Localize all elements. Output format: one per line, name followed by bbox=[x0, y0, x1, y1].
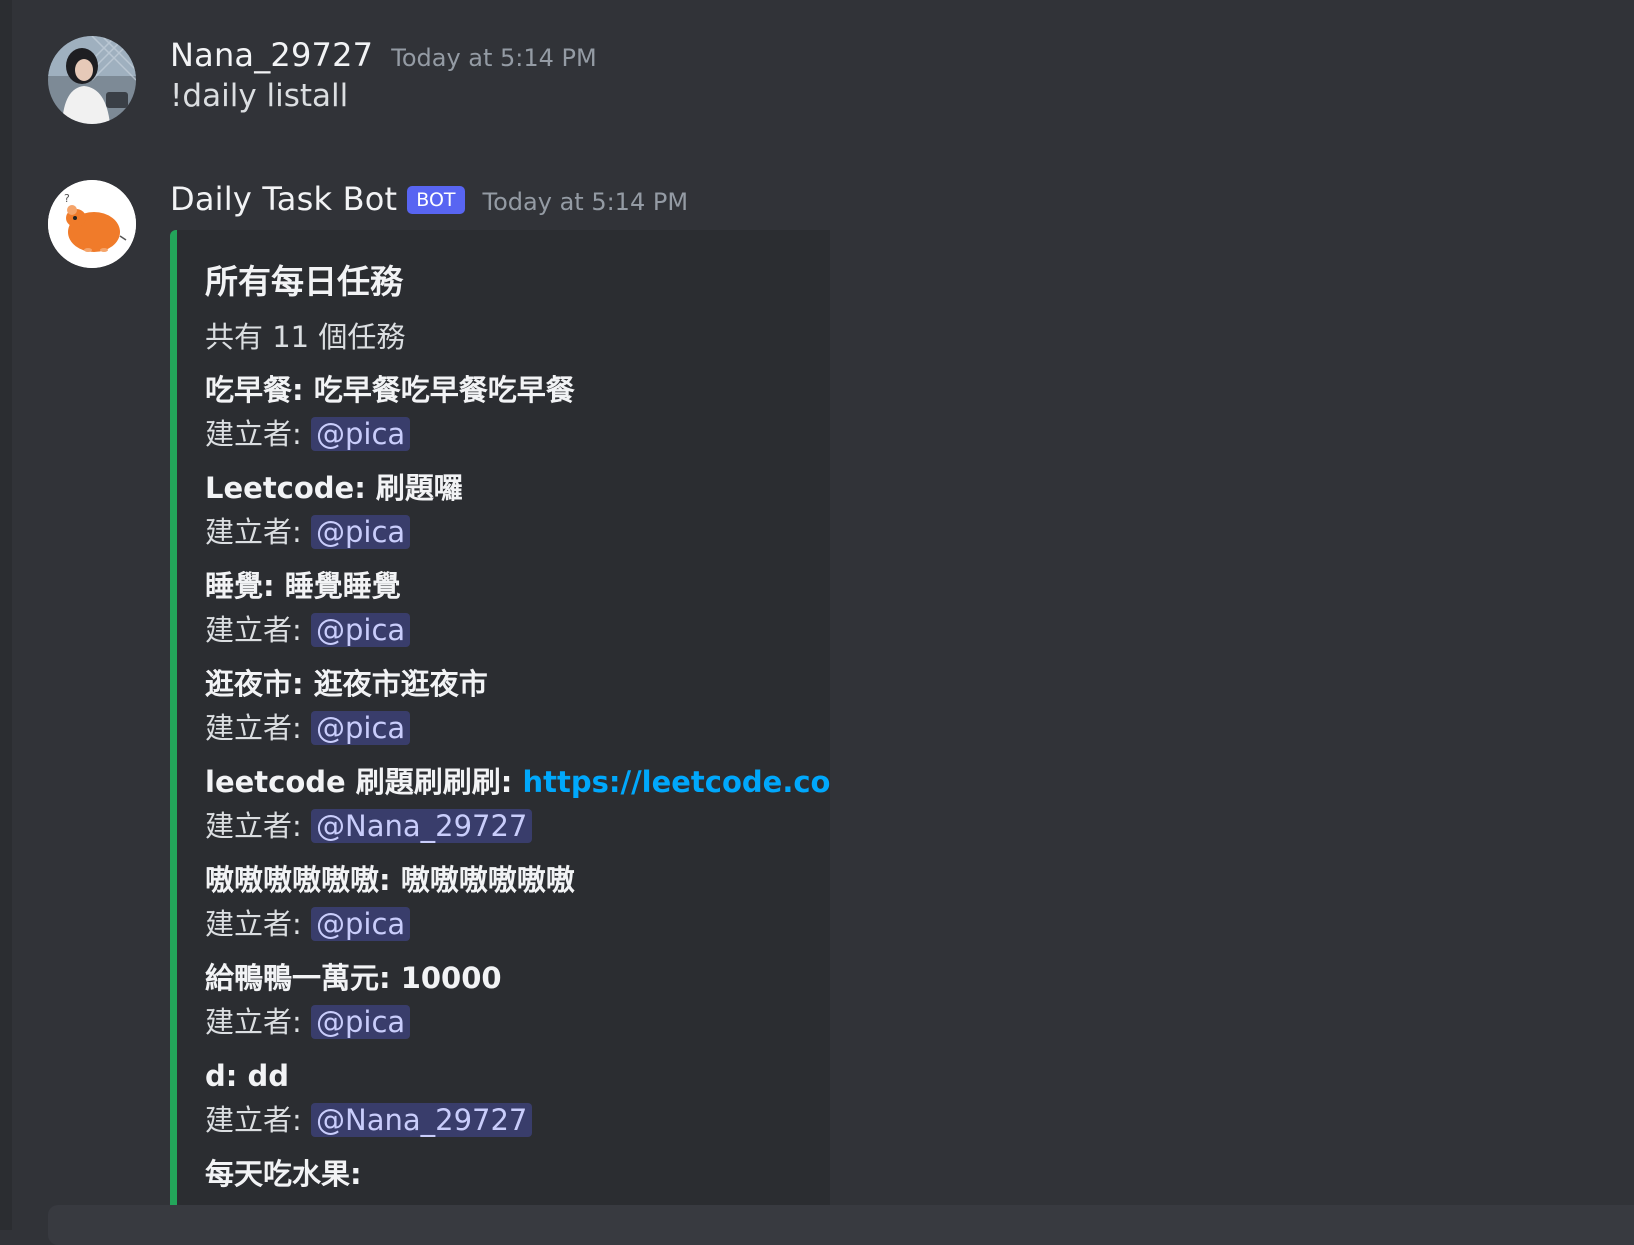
task-field: 嗷嗷嗷嗷嗷嗷: 嗷嗷嗷嗷嗷嗷 建立者: @pica bbox=[205, 858, 802, 946]
task-field: 睡覺: 睡覺睡覺 建立者: @pica bbox=[205, 564, 802, 652]
timestamp[interactable]: Today at 5:14 PM bbox=[483, 188, 689, 216]
task-field: 吃早餐: 吃早餐吃早餐吃早餐 建立者: @pica bbox=[205, 368, 802, 456]
message-header: Daily Task Bot BOT Today at 5:14 PM bbox=[170, 180, 688, 218]
creator-mention[interactable]: @pica bbox=[311, 417, 411, 451]
embed-title: 所有每日任務 bbox=[205, 262, 403, 301]
bot-username[interactable]: Daily Task Bot bbox=[170, 180, 397, 218]
creator-mention[interactable]: @pica bbox=[311, 613, 411, 647]
message-bot: Daily Task Bot BOT Today at 5:14 PM bbox=[170, 180, 688, 218]
svg-text:?: ? bbox=[64, 192, 70, 205]
creator-label: 建立者: bbox=[205, 1005, 302, 1039]
user-avatar[interactable] bbox=[48, 36, 136, 124]
task-creator-line: 建立者: @Nana_29727 bbox=[205, 804, 802, 848]
creator-label: 建立者: bbox=[205, 711, 302, 745]
task-name: 逛夜市: 逛夜市逛夜市 bbox=[205, 667, 488, 701]
task-field: 每天吃水果: bbox=[205, 1152, 802, 1196]
task-name: d: dd bbox=[205, 1059, 289, 1093]
message-composer[interactable] bbox=[48, 1205, 1634, 1245]
task-name: 每天吃水果: bbox=[205, 1157, 362, 1191]
task-list-embed: 所有每日任務 共有 11 個任務 吃早餐: 吃早餐吃早餐吃早餐 建立者: @pi… bbox=[170, 230, 830, 1230]
creator-label: 建立者: bbox=[205, 907, 302, 941]
creator-label: 建立者: bbox=[205, 417, 302, 451]
task-field: leetcode 刷題刷刷刷: https://leetcode.com/ 建立… bbox=[205, 760, 830, 848]
creator-mention[interactable]: @pica bbox=[311, 907, 411, 941]
creator-mention[interactable]: @pica bbox=[311, 711, 411, 745]
left-edge-strip bbox=[0, 0, 12, 1230]
creator-label: 建立者: bbox=[205, 809, 302, 843]
bot-avatar[interactable]: ? bbox=[48, 180, 136, 268]
user-avatar-photo-icon bbox=[48, 36, 136, 124]
task-name: leetcode 刷題刷刷刷: bbox=[205, 765, 513, 799]
task-name: 嗷嗷嗷嗷嗷嗷: 嗷嗷嗷嗷嗷嗷 bbox=[205, 863, 575, 897]
task-creator-line: 建立者: @pica bbox=[205, 902, 802, 946]
task-creator-line: 建立者: @pica bbox=[205, 608, 802, 652]
task-creator-line: 建立者: @Nana_29727 bbox=[205, 1098, 802, 1142]
task-field: Leetcode: 刷題囉 建立者: @pica bbox=[205, 466, 802, 554]
creator-label: 建立者: bbox=[205, 613, 302, 647]
message-user: Nana_29727 Today at 5:14 PM !daily lista… bbox=[170, 36, 597, 114]
task-creator-line: 建立者: @pica bbox=[205, 510, 802, 554]
creator-mention[interactable]: @pica bbox=[311, 1005, 411, 1039]
timestamp[interactable]: Today at 5:14 PM bbox=[391, 44, 597, 72]
embed-description: 共有 11 個任務 bbox=[205, 320, 406, 354]
creator-label: 建立者: bbox=[205, 1103, 302, 1137]
task-name: Leetcode: 刷題囉 bbox=[205, 471, 463, 505]
task-creator-line: 建立者: @pica bbox=[205, 412, 802, 456]
task-name: 給鴨鴨一萬元: 10000 bbox=[205, 961, 502, 995]
message-header: Nana_29727 Today at 5:14 PM bbox=[170, 36, 597, 74]
bot-badge: BOT bbox=[407, 186, 465, 214]
message-content: !daily listall bbox=[170, 78, 349, 114]
creator-mention[interactable]: @Nana_29727 bbox=[311, 1103, 533, 1137]
task-field: d: dd 建立者: @Nana_29727 bbox=[205, 1054, 802, 1142]
creator-mention[interactable]: @pica bbox=[311, 515, 411, 549]
task-field: 給鴨鴨一萬元: 10000 建立者: @pica bbox=[205, 956, 802, 1044]
username[interactable]: Nana_29727 bbox=[170, 36, 373, 74]
task-creator-line: 建立者: @pica bbox=[205, 1000, 802, 1044]
task-field: 逛夜市: 逛夜市逛夜市 建立者: @pica bbox=[205, 662, 802, 750]
task-name: 吃早餐: 吃早餐吃早餐吃早餐 bbox=[205, 373, 575, 407]
bot-avatar-hamster-icon: ? bbox=[48, 180, 136, 268]
task-link[interactable]: https://leetcode.com/ bbox=[522, 765, 830, 799]
creator-label: 建立者: bbox=[205, 515, 302, 549]
task-creator-line: 建立者: @pica bbox=[205, 706, 802, 750]
task-name: 睡覺: 睡覺睡覺 bbox=[205, 569, 401, 603]
task-name-with-link: leetcode 刷題刷刷刷: https://leetcode.com/ bbox=[205, 760, 830, 804]
creator-mention[interactable]: @Nana_29727 bbox=[311, 809, 533, 843]
